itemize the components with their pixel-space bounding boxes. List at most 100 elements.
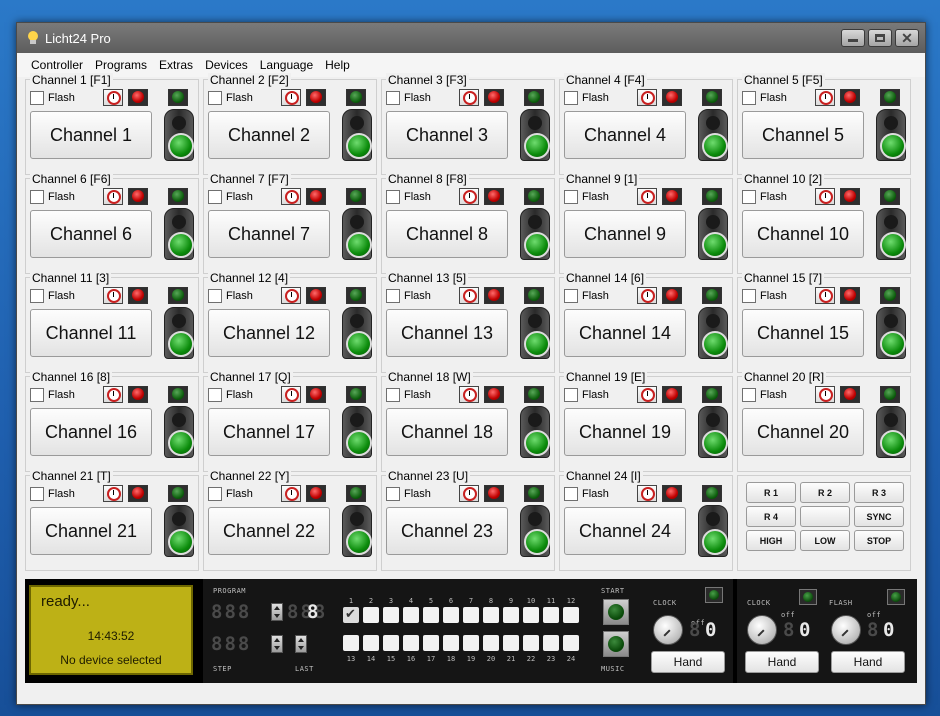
last-spinner[interactable] [295,635,307,653]
traffic-light-icon[interactable] [876,406,906,458]
step-checkbox[interactable] [423,607,439,623]
traffic-light-icon[interactable] [164,505,194,557]
flash-checkbox[interactable]: Flash [208,289,253,303]
timer-icon[interactable] [103,386,123,403]
channel-button[interactable]: Channel 2 [208,111,330,159]
channel-button[interactable]: Channel 12 [208,309,330,357]
flash-checkbox[interactable]: Flash [742,388,787,402]
step-checkbox[interactable] [563,607,579,623]
traffic-light-icon[interactable] [342,109,372,161]
checkbox-box[interactable] [742,388,756,402]
flash-checkbox[interactable]: Flash [386,487,431,501]
step-checkbox[interactable] [543,607,559,623]
step-checkbox[interactable] [523,635,539,651]
channel-button[interactable]: Channel 20 [742,408,864,456]
flash-checkbox[interactable]: Flash [30,91,75,105]
step-checkbox[interactable] [463,635,479,651]
step-checkbox[interactable] [483,635,499,651]
flash-checkbox[interactable]: Flash [742,91,787,105]
step-checkbox[interactable] [343,606,359,623]
traffic-light-icon[interactable] [342,307,372,359]
flash-checkbox[interactable]: Flash [564,91,609,105]
checkbox-box[interactable] [208,289,222,303]
step-checkbox[interactable] [363,607,379,623]
flash-checkbox[interactable]: Flash [30,388,75,402]
timer-icon[interactable] [637,89,657,106]
timer-icon[interactable] [281,89,301,106]
step-checkbox[interactable] [503,635,519,651]
timer-icon[interactable] [637,188,657,205]
menu-programs[interactable]: Programs [89,58,153,72]
traffic-light-icon[interactable] [164,109,194,161]
step-checkbox[interactable] [403,635,419,651]
timer-icon[interactable] [103,89,123,106]
traffic-light-icon[interactable] [698,208,728,260]
random-button-r1[interactable]: R 1 [746,482,796,503]
channel-button[interactable]: Channel 15 [742,309,864,357]
menu-controller[interactable]: Controller [25,58,89,72]
flash-checkbox[interactable]: Flash [564,487,609,501]
channel-button[interactable]: Channel 5 [742,111,864,159]
checkbox-box[interactable] [208,190,222,204]
step-checkbox[interactable] [443,607,459,623]
timer-icon[interactable] [459,188,479,205]
checkbox-box[interactable] [30,487,44,501]
flash-checkbox[interactable]: Flash [742,190,787,204]
traffic-light-icon[interactable] [164,208,194,260]
flash-checkbox[interactable]: Flash [564,388,609,402]
right-flash-knob[interactable] [831,615,861,645]
traffic-light-icon[interactable] [342,406,372,458]
timer-icon[interactable] [459,287,479,304]
flash-checkbox[interactable]: Flash [742,289,787,303]
menu-help[interactable]: Help [319,58,356,72]
channel-button[interactable]: Channel 24 [564,507,686,555]
flash-checkbox[interactable]: Flash [30,289,75,303]
channel-button[interactable]: Channel 6 [30,210,152,258]
traffic-light-icon[interactable] [698,505,728,557]
random-button-r3[interactable]: R 3 [854,482,904,503]
timer-icon[interactable] [815,188,835,205]
channel-button[interactable]: Channel 7 [208,210,330,258]
checkbox-box[interactable] [386,91,400,105]
checkbox-box[interactable] [564,487,578,501]
checkbox-box[interactable] [30,388,44,402]
timer-icon[interactable] [459,485,479,502]
flash-checkbox[interactable]: Flash [30,190,75,204]
random-button-r2[interactable]: R 2 [800,482,850,503]
step-checkbox[interactable] [463,607,479,623]
checkbox-box[interactable] [386,388,400,402]
flash-checkbox[interactable]: Flash [386,91,431,105]
timer-icon[interactable] [459,386,479,403]
channel-button[interactable]: Channel 10 [742,210,864,258]
timer-icon[interactable] [637,485,657,502]
channel-button[interactable]: Channel 21 [30,507,152,555]
step-checkbox[interactable] [343,635,359,651]
checkbox-box[interactable] [564,190,578,204]
program-spinner[interactable] [271,603,283,621]
checkbox-box[interactable] [386,289,400,303]
timer-icon[interactable] [103,188,123,205]
menu-extras[interactable]: Extras [153,58,199,72]
timer-icon[interactable] [281,386,301,403]
channel-button[interactable]: Channel 4 [564,111,686,159]
flash-checkbox[interactable]: Flash [208,487,253,501]
checkbox-box[interactable] [208,487,222,501]
checkbox-box[interactable] [386,190,400,204]
traffic-light-icon[interactable] [698,406,728,458]
channel-button[interactable]: Channel 13 [386,309,508,357]
channel-button[interactable]: Channel 9 [564,210,686,258]
checkbox-box[interactable] [742,190,756,204]
flash-checkbox[interactable]: Flash [208,91,253,105]
right-clock-hand-button[interactable]: Hand [745,651,819,673]
flash-checkbox[interactable]: Flash [386,388,431,402]
random-button-blank[interactable] [800,506,850,527]
checkbox-box[interactable] [30,91,44,105]
checkbox-box[interactable] [30,289,44,303]
maximize-button[interactable] [868,29,892,47]
traffic-light-icon[interactable] [342,505,372,557]
minimize-button[interactable] [841,29,865,47]
traffic-light-icon[interactable] [164,406,194,458]
channel-button[interactable]: Channel 3 [386,111,508,159]
traffic-light-icon[interactable] [698,109,728,161]
step-checkbox[interactable] [543,635,559,651]
